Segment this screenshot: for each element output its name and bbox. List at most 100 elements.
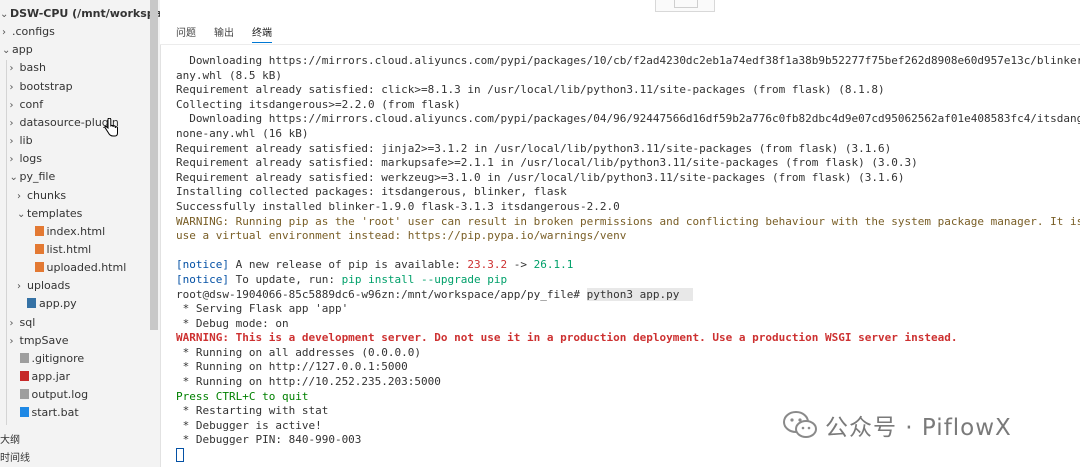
tree-item[interactable]: uploaded.html (25, 259, 127, 277)
tree-item-label: app (12, 43, 33, 57)
terminal-line: Downloading https://mirrors.cloud.aliyun… (176, 54, 1080, 69)
tree-item[interactable]: ⌄DSW-CPU (/mnt/workspace) (0, 5, 160, 23)
file-html-icon (34, 225, 44, 236)
chevron-right-icon: › (9, 154, 14, 166)
terminal-text: 23.3.2 (467, 258, 508, 272)
terminal-text: 26.1.1 (533, 258, 574, 272)
terminal-text: * Running on http://10.252.235.203:5000 (176, 375, 441, 389)
sidebar-scrollbar[interactable] (150, 0, 158, 330)
terminal-text: Downloading https://mirrors.cloud.aliyun… (189, 112, 1080, 126)
terminal-line: Collecting itsdangerous>=2.2.0 (from fla… (176, 98, 1080, 113)
file-plain-icon (19, 352, 29, 363)
tree-item[interactable]: › bash (10, 59, 46, 77)
chevron-down-icon: ⌄ (17, 208, 26, 220)
terminal-text: pip install --upgrade pip (341, 272, 508, 286)
terminal-line: WARNING: This is a development server. D… (176, 331, 1080, 346)
tree-item[interactable]: start.bat (10, 404, 79, 422)
chevron-right-icon: › (9, 99, 14, 111)
panel-header: 问题 输出 终端 (160, 0, 1080, 45)
terminal-prompt-line[interactable] (176, 448, 1080, 463)
timeline-section[interactable]: 时间线 (0, 449, 30, 464)
terminal-line: * Running on all addresses (0.0.0.0) (176, 346, 1080, 361)
tree-item-label: tmpSave (19, 333, 69, 347)
terminal-line: WARNING: Running pip as the 'root' user … (176, 215, 1080, 230)
chevron-down-icon: ⌄ (2, 45, 11, 57)
tree-item[interactable]: › lib (10, 132, 33, 150)
terminal-line: Requirement already satisfied: click>=8.… (176, 83, 1080, 98)
chevron-down-icon: ⌄ (9, 172, 18, 184)
file-html-icon (34, 262, 44, 273)
tree-item-label: list.html (46, 242, 92, 256)
top-overlay-inner (674, 0, 698, 8)
terminal-output[interactable]: Downloading https://mirrors.cloud.aliyun… (176, 54, 1080, 464)
terminal-line: none-any.whl (16 kB) (176, 127, 1080, 142)
chevron-right-icon: › (17, 190, 21, 202)
chevron-right-icon: › (9, 317, 14, 329)
terminal-line: root@dsw-1904066-85c5889dc6-w96zn:/mnt/w… (176, 287, 1080, 303)
outline-section[interactable]: 大纲 (0, 431, 20, 446)
tree-item[interactable]: app.jar (10, 368, 71, 386)
file-python-icon (27, 298, 36, 309)
terminal-text: Downloading https://mirrors.cloud.aliyun… (189, 54, 1080, 67)
terminal-line: * Running on http://10.252.235.203:5000 (176, 375, 1080, 390)
tree-item-label: .configs (12, 25, 55, 39)
terminal-line: [notice] A new release of pip is availab… (176, 258, 1080, 273)
tab-terminal[interactable]: 终端 (252, 24, 272, 43)
tree-item[interactable]: › chunks (17, 187, 66, 205)
hand-cursor-icon (104, 118, 118, 137)
tree-item-label: DSW-CPU (/mnt/workspace) (10, 7, 160, 20)
tree-item[interactable]: output.log (10, 386, 89, 404)
tree-item-label: app.jar (31, 370, 71, 383)
tree-item[interactable]: › tmpSave (10, 332, 69, 350)
tree-item[interactable]: app.py (17, 295, 77, 313)
tree-item[interactable]: ⌄ app (2, 41, 33, 59)
tree-item-label: output.log (31, 388, 89, 402)
terminal-line: Downloading https://mirrors.cloud.aliyun… (176, 112, 1080, 127)
tree-item-label: py_file (19, 170, 56, 184)
tree-item-label: sql (19, 315, 36, 329)
tree-item-label: app.py (39, 297, 77, 311)
tree-item[interactable]: › conf (10, 96, 44, 114)
tree-item[interactable]: › logs (10, 150, 43, 168)
terminal-line: Requirement already satisfied: jinja2>=3… (176, 142, 1080, 157)
tree-item[interactable]: › .configs (2, 23, 55, 41)
terminal-text: To update, run: (228, 272, 342, 286)
tree-item-label: chunks (27, 188, 67, 202)
terminal-text: Requirement already satisfied: jinja2>=3… (176, 141, 892, 155)
tree-item-label: uploaded.html (46, 261, 127, 275)
tree-item-label: conf (19, 97, 44, 111)
tree-item-label: bash (19, 61, 46, 75)
chevron-right-icon: › (9, 81, 14, 93)
tree-item[interactable]: ⌄ py_file (10, 168, 56, 186)
tree-item[interactable]: .gitignore (10, 350, 84, 368)
terminal-line: Requirement already satisfied: werkzeug>… (176, 171, 1080, 186)
chevron-right-icon: › (9, 136, 14, 148)
tree-item[interactable]: index.html (25, 223, 105, 241)
file-windows-icon (19, 407, 29, 418)
terminal-line: Installing collected packages: itsdanger… (176, 185, 1080, 200)
chevron-right-icon: › (17, 281, 21, 293)
terminal-text: WARNING: This is a development server. D… (176, 331, 958, 345)
terminal-text: [notice] (176, 258, 229, 272)
terminal-text: Requirement already satisfied: markupsaf… (176, 156, 918, 170)
chevron-down-icon: ⌄ (0, 9, 9, 20)
tree-item[interactable]: list.html (25, 241, 92, 259)
tree-item-label: uploads (27, 279, 71, 293)
tree-item[interactable]: › uploads (17, 277, 70, 295)
tree-item-label: lib (19, 134, 33, 148)
tree-item[interactable]: ⌄ templates (17, 205, 82, 223)
tree-item[interactable]: › sql (10, 314, 36, 332)
terminal-text: * Debug mode: on (176, 316, 289, 330)
terminal-text: any.whl (8.5 kB) (176, 68, 282, 82)
terminal-text: [notice] (176, 272, 229, 286)
tab-output[interactable]: 输出 (214, 24, 234, 39)
tree-item[interactable]: › bootstrap (10, 78, 73, 96)
explorer-sidebar: ⌄DSW-CPU (/mnt/workspace)›.configs⌄app›b… (0, 0, 161, 467)
terminal-cursor[interactable] (176, 448, 184, 463)
terminal-line: Press CTRL+C to quit (176, 390, 1080, 405)
terminal-text: root@dsw-1904066-85c5889dc6-w96zn:/mnt/w… (176, 287, 587, 301)
tree-item-label: logs (19, 152, 43, 166)
indent-guide (6, 60, 7, 425)
tab-problems[interactable]: 问题 (176, 24, 196, 39)
